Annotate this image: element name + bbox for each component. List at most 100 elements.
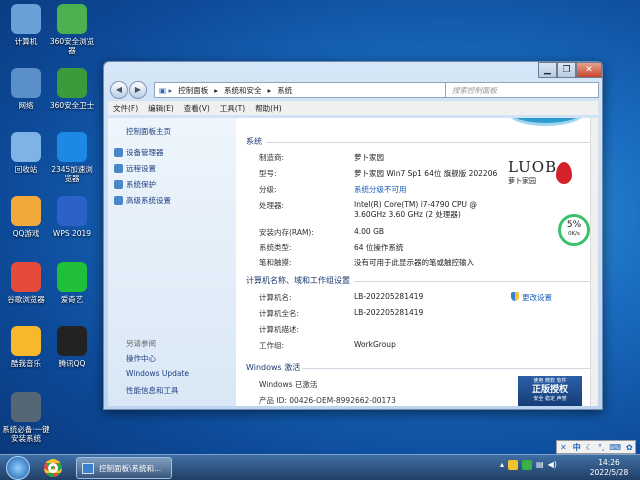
breadcrumb-item[interactable]: 控制面板 (178, 85, 208, 96)
field-label: 工作组: (259, 341, 285, 350)
punctuation-icon[interactable]: °, (598, 443, 605, 452)
minimize-button[interactable]: ▁ (538, 62, 557, 78)
menu-bar: 文件(F) 编辑(E) 查看(V) 工具(T) 帮助(H) (108, 101, 598, 115)
shield-icon (511, 292, 519, 301)
desktop-icon-label: 系统必备·一键安装系统 (2, 425, 50, 443)
device-manager-link[interactable]: 设备管理器 (126, 147, 164, 158)
control-panel-home-link[interactable]: 控制面板主页 (126, 126, 171, 137)
action-center-link[interactable]: 操作中心 (126, 353, 156, 364)
pen-touch-value: 没有可用于此显示器的笔或触控输入 (354, 258, 474, 267)
desktop-icon-label: 360安全卫士 (49, 101, 95, 110)
system-type-value: 64 位操作系统 (354, 243, 404, 252)
desktop-icon[interactable]: 计算机 (2, 4, 50, 46)
genuine-badge-sub: 安全 稳定 声誉 (533, 396, 567, 402)
ram-value: 4.00 GB (354, 227, 385, 236)
field-label: 计算机名: (259, 293, 292, 302)
clock[interactable]: 14:26 2022/5/28 (585, 458, 633, 478)
windows-update-link[interactable]: Windows Update (126, 369, 189, 378)
remote-settings-link[interactable]: 远程设置 (126, 163, 156, 174)
advanced-settings-link[interactable]: 高级系统设置 (126, 195, 171, 206)
network-tray-icon[interactable]: ▤ (536, 460, 544, 470)
search-input[interactable]: 搜索控制面板 (445, 82, 599, 98)
field-label: 制造商: (259, 153, 285, 162)
desktop-icon[interactable]: 爱奇艺 (48, 262, 96, 304)
menu-item[interactable]: 查看(V) (179, 103, 215, 114)
taskbar-window-button[interactable]: 控制面板\系统和... (76, 457, 172, 479)
desktop-icon-label: WPS 2019 (52, 229, 92, 238)
desktop-icon[interactable]: 回收站 (2, 132, 50, 174)
ime-language-label[interactable]: 中 (573, 442, 581, 453)
vertical-scrollbar[interactable] (590, 118, 598, 406)
desktop-icon[interactable]: 360安全浏览器 (48, 4, 96, 55)
taskbar-window-label: 控制面板\系统和... (99, 464, 162, 473)
field-label: 型号: (259, 169, 277, 178)
left-task-pane: 控制面板主页 设备管理器 远程设置 系统保护 高级系统设置 另请参阅 操作中心 … (108, 118, 236, 406)
chrome-taskbar-icon[interactable] (44, 459, 62, 477)
full-computer-name-value: LB-202205281419 (354, 308, 424, 317)
system-protection-link[interactable]: 系统保护 (126, 179, 156, 190)
clock-date: 2022/5/28 (589, 468, 629, 477)
desktop-icon[interactable]: 系统必备·一键安装系统 (2, 392, 50, 443)
chrome-icon (11, 262, 41, 292)
moon-icon[interactable]: ☾ (586, 443, 593, 452)
network-rate: 0K/s (568, 231, 580, 237)
breadcrumb-item[interactable]: 系统和安全 (224, 85, 262, 96)
desktop-icon[interactable]: 腾讯QQ (48, 326, 96, 368)
ime-logo-icon: ✕ (560, 442, 567, 452)
tray-app-icon[interactable] (522, 460, 533, 470)
desktop-icon[interactable]: 网络 (2, 68, 50, 110)
forward-button[interactable]: ▶ (129, 81, 147, 99)
desktop-icon[interactable]: 谷歌浏览器 (2, 262, 50, 304)
address-bar[interactable]: ▣ ▸ 控制面板▸ 系统和安全▸ 系统 ▾ ⟲ (154, 82, 484, 98)
performance-tools-link[interactable]: 性能信息和工具 (126, 385, 179, 396)
recycle-bin-icon (11, 132, 41, 162)
menu-item[interactable]: 工具(T) (215, 103, 250, 114)
ime-toolbar[interactable]: ✕ 中 ☾ °, ⌨ ✿ (556, 440, 636, 454)
back-button[interactable]: ◀ (110, 81, 128, 99)
genuine-badge-main: 正版授权 (531, 385, 568, 395)
device-manager-icon (114, 148, 123, 157)
settings-icon[interactable]: ✿ (626, 443, 633, 452)
tray-app-icon[interactable] (508, 460, 519, 470)
menu-item[interactable]: 文件(F) (108, 103, 143, 114)
browser-360-icon (57, 4, 87, 34)
desktop-icon[interactable]: WPS 2019 (48, 196, 96, 238)
close-button[interactable]: ✕ (576, 62, 602, 78)
computer-name-value: LB-202205281419 (354, 292, 424, 301)
clock-time: 14:26 (598, 458, 620, 467)
menu-item[interactable]: 帮助(H) (250, 103, 287, 114)
breadcrumb-item[interactable]: 系统 (277, 85, 292, 96)
control-panel-window[interactable]: ▁ ❐ ✕ ◀ ▶ ▣ ▸ 控制面板▸ 系统和安全▸ 系统 ▾ ⟲ 搜索控制面板… (103, 61, 603, 410)
manufacturer-value: 萝卜家园 (354, 153, 384, 162)
volume-tray-icon[interactable]: ◀) (548, 460, 557, 470)
system-protection-icon (114, 180, 123, 189)
menu-item[interactable]: 编辑(E) (143, 103, 179, 114)
network-icon (11, 68, 41, 98)
desktop-icon-label: 谷歌浏览器 (7, 295, 45, 304)
desktop-icon[interactable]: 360安全卫士 (48, 68, 96, 110)
genuine-badge-top: 使用 微软 软件 (533, 378, 567, 384)
radish-icon (556, 162, 572, 184)
activation-status: Windows 已激活 (259, 380, 318, 389)
start-button[interactable] (6, 456, 30, 480)
desktop-icon-label: 计算机 (14, 37, 38, 46)
tray-expand-icon[interactable]: ▴ (500, 460, 504, 470)
activation-section-title: Windows 激活 (246, 363, 301, 372)
keyboard-icon[interactable]: ⌨ (609, 443, 621, 452)
rating-link[interactable]: 系统分级不可用 (354, 184, 407, 195)
desktop-icon-label: 回收站 (14, 165, 38, 174)
remote-settings-icon (114, 164, 123, 173)
advanced-settings-icon (114, 196, 123, 205)
desktop-icon-label: 爱奇艺 (60, 295, 84, 304)
qq-icon (57, 326, 87, 356)
desktop-icon[interactable]: 2345加速浏览器 (48, 132, 96, 183)
header-arc (506, 118, 586, 126)
maximize-button[interactable]: ❐ (557, 62, 576, 78)
control-panel-taskbar-icon (82, 463, 94, 474)
network-speed-widget[interactable]: 5% 0K/s (558, 214, 590, 246)
desktop-icon[interactable]: 酷我音乐 (2, 326, 50, 368)
genuine-badge[interactable]: 使用 微软 软件 正版授权 安全 稳定 声誉 (518, 376, 582, 406)
desktop-icon[interactable]: QQ游戏 (2, 196, 50, 238)
product-id: 产品 ID: 00426-OEM-8992662-00173 (259, 396, 396, 405)
change-settings-link[interactable]: 更改设置 (522, 292, 552, 303)
